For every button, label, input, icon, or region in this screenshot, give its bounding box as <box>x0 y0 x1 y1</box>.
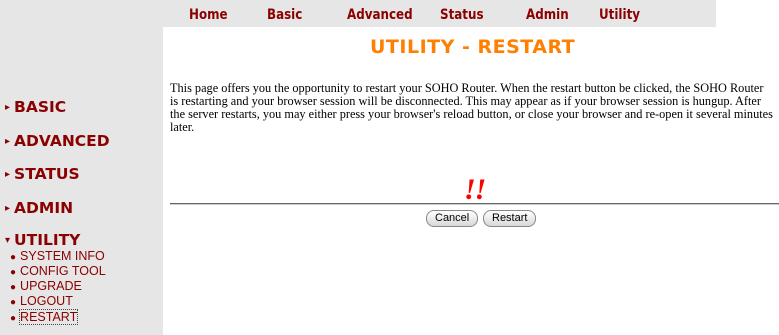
bullet-icon: ● <box>10 252 17 263</box>
sidebar-subitem-logout[interactable]: ● LOGOUT <box>10 294 73 310</box>
sidebar-item-admin[interactable]: ▸ ADMIN <box>5 199 73 217</box>
page-description: This page offers you the opportunity to … <box>170 81 773 134</box>
bullet-icon: ● <box>10 282 17 293</box>
triangle-right-icon: ▸ <box>5 169 11 180</box>
sidebar-subitem-label: RESTART <box>19 309 79 325</box>
nav-admin[interactable]: Admin <box>526 7 569 23</box>
top-navigation-spacer <box>716 0 779 27</box>
sidebar-item-advanced[interactable]: ▸ ADVANCED <box>5 132 110 150</box>
sidebar-subitem-label: UPGRADE <box>20 279 82 293</box>
sidebar-item-status[interactable]: ▸ STATUS <box>5 165 80 183</box>
warning-mark: !! <box>464 173 486 206</box>
nav-status[interactable]: Status <box>440 7 484 23</box>
sidebar-item-utility[interactable]: ▾ UTILITY <box>5 231 80 249</box>
sidebar-subitem-upgrade[interactable]: ● UPGRADE <box>10 279 82 295</box>
bullet-icon: ● <box>10 267 17 278</box>
restart-button[interactable]: Restart <box>483 210 537 227</box>
sidebar-item-label: ADMIN <box>14 199 74 217</box>
triangle-down-icon: ▾ <box>5 235 11 246</box>
nav-basic[interactable]: Basic <box>267 7 302 23</box>
sidebar-item-label: UTILITY <box>14 231 81 249</box>
divider <box>170 203 779 205</box>
bullet-icon: ● <box>10 313 17 324</box>
sidebar-item-label: ADVANCED <box>14 132 110 150</box>
bullet-icon: ● <box>10 297 17 308</box>
sidebar-item-label: STATUS <box>14 165 80 183</box>
triangle-right-icon: ▸ <box>5 102 11 113</box>
cancel-button[interactable]: Cancel <box>426 210 479 227</box>
page-title: UTILITY - RESTART <box>370 36 576 58</box>
sidebar-item-basic[interactable]: ▸ BASIC <box>5 98 66 116</box>
triangle-right-icon: ▸ <box>5 136 11 147</box>
nav-utility[interactable]: Utility <box>599 7 640 23</box>
sidebar-subitem-system-info[interactable]: ● SYSTEM INFO <box>10 249 105 265</box>
nav-home[interactable]: Home <box>189 7 228 23</box>
sidebar-subitem-label: SYSTEM INFO <box>20 249 105 263</box>
sidebar-subitem-label: LOGOUT <box>20 294 73 308</box>
top-navigation: Home Basic Advanced Status Admin Utility <box>163 0 716 27</box>
sidebar-item-label: BASIC <box>14 98 67 116</box>
sidebar-subitem-restart[interactable]: ● RESTART <box>10 309 79 326</box>
sidebar-subitem-config-tool[interactable]: ● CONFIG TOOL <box>10 264 106 280</box>
triangle-right-icon: ▸ <box>5 203 11 214</box>
sidebar-subitem-label: CONFIG TOOL <box>20 264 106 278</box>
nav-advanced[interactable]: Advanced <box>347 7 413 23</box>
